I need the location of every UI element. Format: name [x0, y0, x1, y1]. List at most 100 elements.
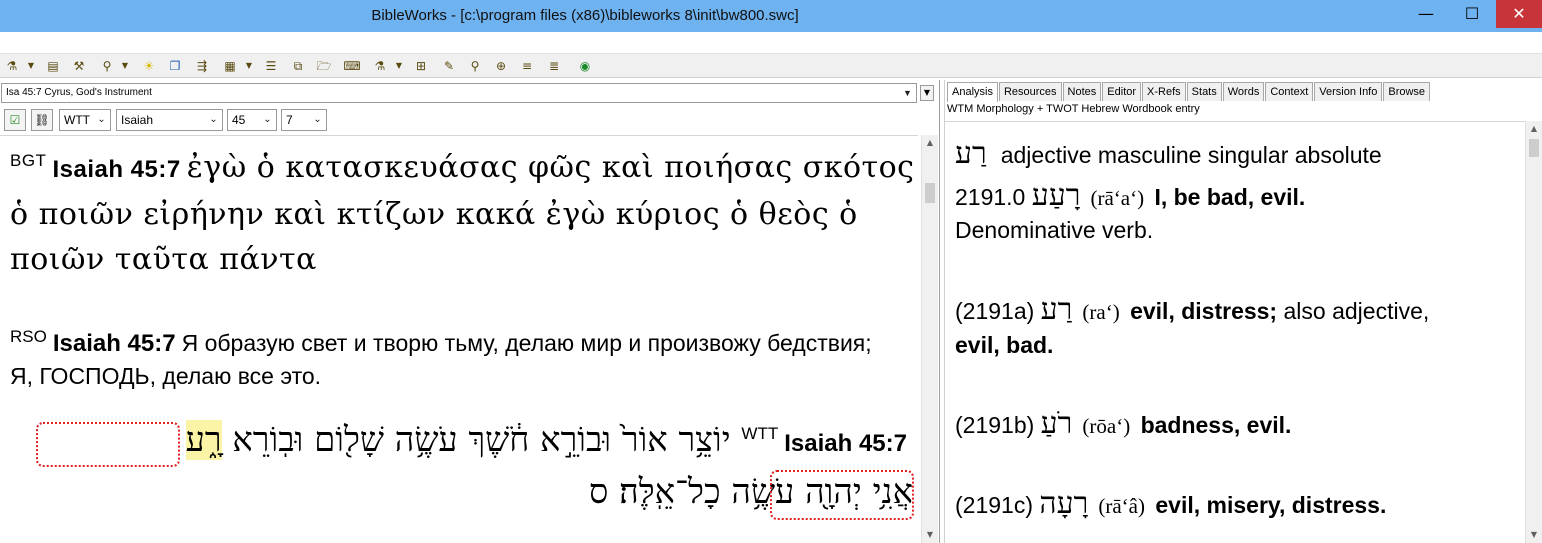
chevron-down-icon[interactable]: ⌄: [205, 110, 222, 130]
tab-xrefs[interactable]: X-Refs: [1142, 82, 1186, 101]
verse-list-icon[interactable]: ≡: [518, 57, 536, 75]
selection-box: [36, 422, 180, 467]
wtt-label: WTT Isaiah 45:7: [741, 421, 913, 459]
verse-selector-text: Isa 45:7 Cyrus, God's Instrument: [6, 87, 152, 98]
twot-entry-2191c: (2191c) רָעָה (rā‘â) evil, misery, distre…: [955, 486, 1386, 521]
entry-hebrew[interactable]: רַע: [1041, 292, 1073, 327]
chevron-down-icon[interactable]: ▼: [899, 84, 916, 102]
maximize-button[interactable]: ☐: [1449, 0, 1495, 28]
chevron-down-icon[interactable]: ⌄: [93, 110, 110, 130]
verse-combo-value: 7: [286, 113, 293, 127]
chevron-down-icon[interactable]: ▼: [244, 57, 254, 75]
rso-verse-ref[interactable]: Isaiah 45:7: [53, 330, 176, 357]
rso-verse: RSO Isaiah 45:7 Я образую свет и творю тьм…: [10, 327, 890, 392]
browse-controls: ☑ ⛓ WTT ⌄ Isaiah ⌄ 45 ⌄ 7 ⌄: [0, 107, 940, 133]
morphology-line: רַע adjective masculine singular absolute: [955, 136, 1382, 171]
highlighted-word[interactable]: רָ֑ע: [185, 420, 222, 460]
menu-bar: [0, 32, 1542, 54]
wtt-verse-text-2[interactable]: עֹשֶׂ֥ה כָל־אֵֽלֶּה׃ ס: [589, 472, 794, 512]
folder-icon[interactable]: 🗁: [315, 57, 333, 75]
check-icon[interactable]: ☑: [4, 109, 26, 131]
version-combo-value: WTT: [64, 113, 90, 127]
tab-resources[interactable]: Resources: [998, 82, 1062, 101]
scroll-up-icon[interactable]: ▲: [922, 135, 938, 151]
wtt-verse-ref[interactable]: Isaiah 45:7: [784, 430, 907, 457]
sun-icon[interactable]: ☀: [140, 57, 158, 75]
chapter-combo[interactable]: 45 ⌄: [227, 109, 277, 131]
link-icon[interactable]: ⛓: [31, 109, 53, 131]
add-list-icon[interactable]: ⊕: [492, 57, 510, 75]
rso-version-label: RSO: [10, 327, 47, 347]
scroll-down-icon[interactable]: ▼: [922, 527, 938, 543]
stamp-icon[interactable]: ⚲: [466, 57, 484, 75]
entry-gloss-2: evil, bad.: [955, 332, 1054, 358]
entry-gloss: evil, misery, distress.: [1155, 492, 1387, 518]
left-scrollbar[interactable]: ▲ ▼: [921, 135, 938, 543]
chevron-down-icon[interactable]: ▼: [26, 57, 36, 75]
lexicon-entry: רַע adjective masculine singular absolute…: [945, 121, 1525, 543]
book-combo[interactable]: Isaiah ⌄: [116, 109, 223, 131]
entry-translit: (ra‘): [1082, 300, 1120, 324]
layout-icon[interactable]: ⊞: [412, 57, 430, 75]
verse-selector[interactable]: Isa 45:7 Cyrus, God's Instrument ▼: [1, 83, 917, 103]
search-tool-icon[interactable]: ⚗: [4, 57, 20, 75]
keyboard-icon[interactable]: ⌨: [343, 57, 361, 75]
entry-number: (2191b): [955, 412, 1035, 438]
pane-options-button[interactable]: ▼: [920, 85, 934, 101]
morphology-text: adjective masculine singular absolute: [1000, 142, 1382, 168]
entry-hebrew[interactable]: רָעָה: [1039, 486, 1088, 521]
chevron-down-icon[interactable]: ▼: [394, 57, 404, 75]
list-icon[interactable]: ☰: [262, 57, 280, 75]
tab-analysis[interactable]: Analysis: [947, 82, 998, 102]
chevron-down-icon[interactable]: ⌄: [309, 110, 326, 130]
entry-translit: (rā‘a‘): [1090, 186, 1145, 210]
scrollbar-thumb[interactable]: [925, 183, 935, 203]
copy-icon[interactable]: ⧉: [289, 57, 307, 75]
entry-note: Denominative verb.: [955, 217, 1154, 243]
tab-browse[interactable]: Browse: [1383, 82, 1431, 101]
tools-icon[interactable]: ⚒: [70, 57, 88, 75]
twot-entry-2191b: (2191b) רֹעַ (rōa‘) badness, evil.: [955, 406, 1291, 441]
entry-translit: (rā‘â): [1098, 494, 1145, 518]
tab-notes[interactable]: Notes: [1062, 82, 1102, 101]
chapter-combo-value: 45: [232, 113, 246, 127]
entry-gloss: evil, distress;: [1130, 298, 1278, 324]
bgt-verse-ref[interactable]: Isaiah 45:7: [52, 156, 180, 183]
grid-icon[interactable]: ▦: [222, 57, 238, 75]
windows-icon[interactable]: ❐: [166, 57, 184, 75]
scroll-down-icon[interactable]: ▼: [1526, 527, 1542, 543]
wtt-verse-text-1[interactable]: יוֹצֵ֥ר אוֹר֙ וּבוֹרֵ֣א חֹ֔שֶׁךְ עֹשֶׂ֥ה…: [232, 420, 730, 460]
window-title: BibleWorks - [c:\program files (x86)\bib…: [371, 7, 799, 24]
word-list-icon[interactable]: ≣: [545, 57, 563, 75]
verse-combo[interactable]: 7 ⌄: [281, 109, 327, 131]
verse-display: BGT Isaiah 45:7 ἐγὼ ὁ κατασκευάσας φῶς καὶ…: [0, 135, 918, 543]
right-scrollbar[interactable]: ▲ ▼: [1525, 121, 1542, 543]
chevron-down-icon[interactable]: ▼: [120, 57, 130, 75]
close-button[interactable]: ✕: [1496, 0, 1542, 28]
arrows-icon[interactable]: ⇶: [193, 57, 211, 75]
tab-version-info[interactable]: Version Info: [1314, 82, 1383, 101]
scrollbar-thumb[interactable]: [1529, 139, 1539, 157]
tab-editor[interactable]: Editor: [1102, 82, 1142, 101]
globe-icon[interactable]: ◉: [576, 57, 594, 75]
lookup-icon[interactable]: ⚲: [98, 57, 116, 75]
tab-words[interactable]: Words: [1222, 82, 1265, 101]
version-combo[interactable]: WTT ⌄: [59, 109, 111, 131]
entry-gloss: badness, evil.: [1140, 412, 1292, 438]
book-combo-value: Isaiah: [121, 113, 154, 127]
tab-stats[interactable]: Stats: [1186, 82, 1222, 101]
scroll-up-icon[interactable]: ▲: [1526, 121, 1542, 137]
analysis-icon[interactable]: ⚗: [371, 57, 389, 75]
browse-pane: Isa 45:7 Cyrus, God's Instrument ▼ ▼ ☑ ⛓…: [0, 80, 940, 543]
entry-hebrew[interactable]: רֹעַ: [1041, 406, 1073, 441]
minimize-button[interactable]: —: [1403, 0, 1449, 28]
title-bar: BibleWorks - [c:\program files (x86)\bib…: [0, 0, 1542, 32]
entry-hebrew[interactable]: רָעַע: [1032, 178, 1081, 213]
chevron-down-icon[interactable]: ⌄: [259, 110, 276, 130]
tab-context[interactable]: Context: [1265, 82, 1314, 101]
entry-number: 2191.0: [955, 184, 1026, 210]
database-icon[interactable]: ▤: [44, 57, 62, 75]
lemma-hebrew[interactable]: רַע: [955, 136, 987, 171]
edit-icon[interactable]: ✎: [440, 57, 458, 75]
main-toolbar: ⚗ ▼ ▤ ⚒ ⚲ ▼ ☀ ❐ ⇶ ▦ ▼ ☰ ⧉ 🗁 ⌨ ⚗ ▼ ⊞ ✎ ⚲ …: [0, 54, 1542, 78]
